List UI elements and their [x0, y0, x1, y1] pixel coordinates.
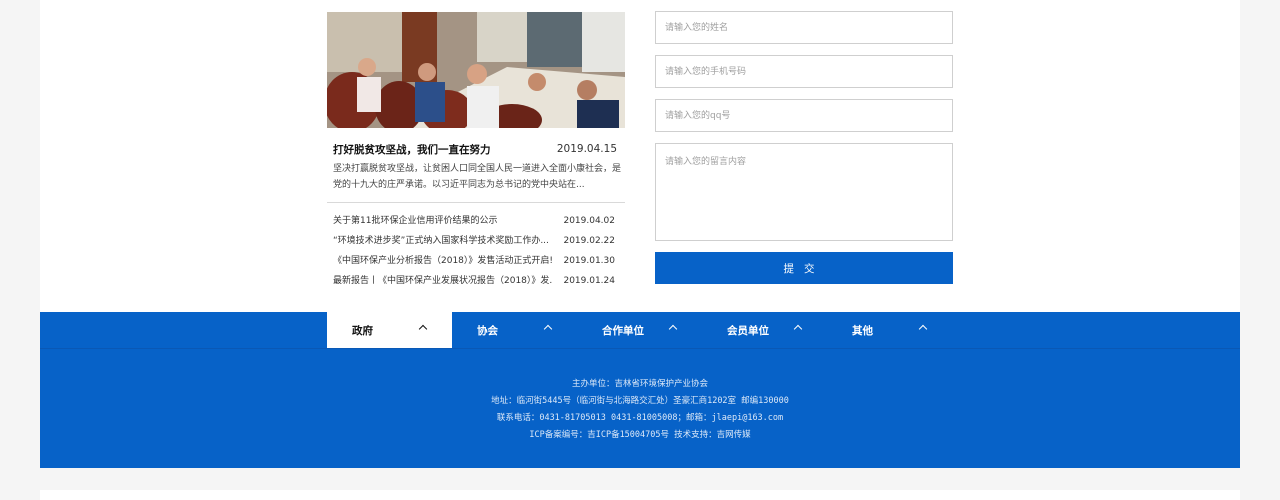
footer-host: 主办单位：吉林省环境保护产业协会 — [571, 379, 708, 389]
name-input[interactable] — [655, 11, 953, 44]
tab-label: 政府 — [352, 325, 373, 337]
news-item-title[interactable]: 最新报告丨《中国环保产业发展状况报告（2018）》发... — [333, 271, 553, 291]
list-item[interactable]: “环境技术进步奖”正式纳入国家科学技术奖励工作办... 2019.02.22 — [333, 231, 623, 251]
bottom-strip — [40, 490, 1240, 500]
submit-button[interactable]: 提交 — [655, 252, 953, 284]
news-item-date: 2019.01.24 — [563, 276, 615, 286]
news-item-title[interactable]: 《中国环保产业分析报告（2018）》发售活动正式开启! — [333, 251, 553, 271]
chevron-up-icon — [668, 324, 678, 334]
tab-government[interactable]: 政府 — [327, 312, 452, 348]
tab-association[interactable]: 协会 — [452, 312, 577, 348]
tab-label: 协会 — [477, 325, 498, 337]
news-list: 关于第11批环保企业信用评价结果的公示 2019.04.02 “环境技术进步奖”… — [333, 211, 623, 291]
featured-news-title[interactable]: 打好脱贫攻坚战，我们一直在努力 — [333, 142, 533, 157]
tab-label: 其他 — [852, 325, 873, 337]
list-item[interactable]: 《中国环保产业分析报告（2018）》发售活动正式开启! 2019.01.30 — [333, 251, 623, 271]
news-item-date: 2019.02.22 — [563, 236, 615, 246]
news-item-date: 2019.04.02 — [563, 216, 615, 226]
list-item[interactable]: 关于第11批环保企业信用评价结果的公示 2019.04.02 — [333, 211, 623, 231]
news-item-title[interactable]: 关于第11批环保企业信用评价结果的公示 — [333, 211, 553, 231]
tab-label: 会员单位 — [727, 325, 769, 337]
footer: 政府 协会 合作单位 会员单位 其他 主办单位：吉林省环境保护产业协会 地址：临… — [40, 312, 1240, 468]
featured-news-date: 2019.04.15 — [556, 143, 617, 155]
chevron-up-icon — [543, 324, 553, 334]
tab-label: 合作单位 — [602, 325, 644, 337]
tab-other[interactable]: 其他 — [827, 312, 952, 348]
news-photo[interactable] — [327, 12, 625, 128]
footer-contact: 联系电话：0431-81705013 0431-81005008；邮箱：jlae… — [496, 413, 784, 423]
main-content: 打好脱贫攻坚战，我们一直在努力 2019.04.15 坚决打赢脱贫攻坚战，让贫困… — [40, 0, 1240, 312]
message-textarea[interactable] — [655, 143, 953, 241]
list-item[interactable]: 最新报告丨《中国环保产业发展状况报告（2018）》发... 2019.01.24 — [333, 271, 623, 291]
news-item-title[interactable]: “环境技术进步奖”正式纳入国家科学技术奖励工作办... — [333, 231, 553, 251]
news-item-date: 2019.01.30 — [563, 256, 615, 266]
qq-input[interactable] — [655, 99, 953, 132]
news-divider — [327, 202, 625, 203]
footer-link-tabs: 政府 协会 合作单位 会员单位 其他 — [327, 312, 955, 348]
chevron-up-icon — [793, 324, 803, 334]
footer-info: 主办单位：吉林省环境保护产业协会 地址：临河街5445号（临河街与北海路交汇处）… — [40, 376, 1240, 444]
tab-members[interactable]: 会员单位 — [702, 312, 827, 348]
chevron-up-icon — [418, 324, 428, 334]
chevron-up-icon — [918, 324, 928, 334]
footer-icp[interactable]: ICP备案编号：吉ICP备15004705号 技术支持：吉网传媒 — [40, 427, 1240, 444]
tab-divider — [40, 348, 1240, 349]
featured-news-summary[interactable]: 坚决打赢脱贫攻坚战，让贫困人口同全国人民一道进入全面小康社会，是党的十九大的庄严… — [333, 161, 623, 193]
tab-partners[interactable]: 合作单位 — [577, 312, 702, 348]
footer-address: 地址：临河街5445号（临河街与北海路交汇处）圣豪汇商1202室 邮编13000… — [491, 396, 789, 406]
phone-input[interactable] — [655, 55, 953, 88]
